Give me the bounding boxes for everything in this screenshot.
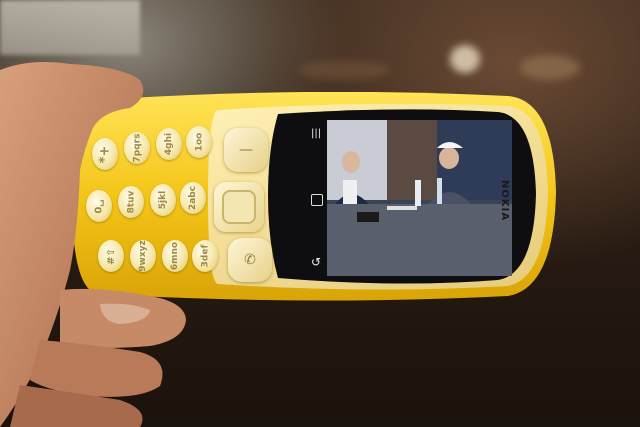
hand bbox=[0, 62, 186, 427]
photo-scene: ||| ↺ NOKIA — ✆ *+ 7pqrs 4ghi 1oo 0␣ 8tu… bbox=[0, 0, 640, 427]
